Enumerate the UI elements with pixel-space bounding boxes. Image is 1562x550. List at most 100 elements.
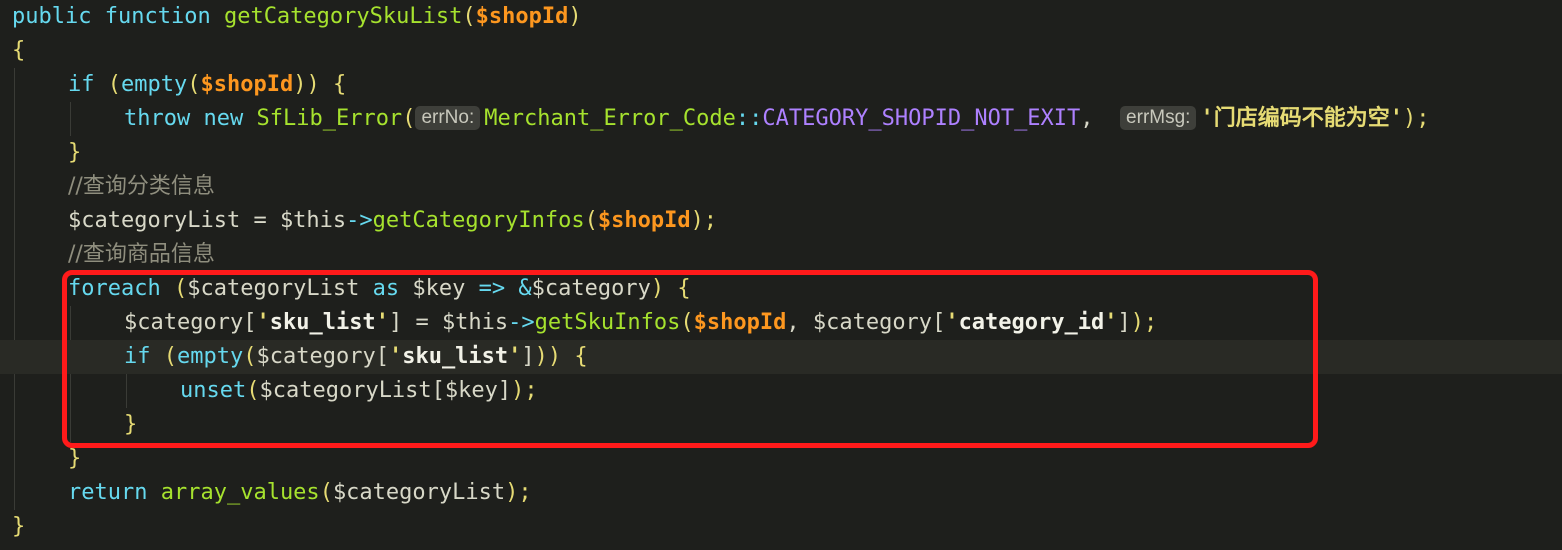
string-quote: ' <box>388 344 403 369</box>
paren: ( <box>680 310 694 335</box>
parameter-hint: errNo: <box>415 106 481 130</box>
paren: ( <box>187 72 201 97</box>
brace: } <box>68 446 82 471</box>
variable: $categoryList <box>332 480 506 505</box>
bracket: ] <box>521 344 535 369</box>
variable: $category <box>256 344 376 369</box>
paren: ( <box>163 344 177 369</box>
string-quote: ' <box>375 310 389 335</box>
function-name: getCategorySkuList <box>223 4 463 29</box>
paren: ( <box>584 208 598 233</box>
array-key: sku_list <box>269 310 376 335</box>
brace: { <box>332 72 347 97</box>
bracket: ] <box>388 310 403 335</box>
variable: $categoryList <box>187 276 360 301</box>
reference-operator: & <box>518 276 532 301</box>
keyword: return <box>68 480 148 505</box>
paren: ( <box>402 106 416 131</box>
code-line-11[interactable]: if (empty($category['sku_list'])) { <box>0 340 1562 374</box>
paren: ( <box>246 378 260 403</box>
code-line-9[interactable]: foreach ($categoryList as $key => &$cate… <box>0 272 1562 306</box>
brace: } <box>12 514 26 539</box>
variable: $category <box>812 310 933 335</box>
code-line-15[interactable]: return array_values($categoryList); <box>0 476 1562 510</box>
code-line-3[interactable]: if (empty($shopId)) { <box>0 68 1562 102</box>
class-name: SfLib_Error <box>256 106 403 131</box>
string-quote: ' <box>508 344 522 369</box>
code-line-14[interactable]: } <box>0 442 1562 476</box>
paren: ); <box>690 208 718 233</box>
scope-operator: :: <box>735 106 763 131</box>
paren: )) <box>534 344 562 369</box>
bracket: ] <box>1117 310 1131 335</box>
paren: ) <box>568 4 582 29</box>
string-quote: ' <box>256 310 270 335</box>
parameter: $shopId <box>693 310 787 335</box>
code-line-2[interactable]: { <box>0 34 1562 68</box>
paren: ); <box>505 480 532 505</box>
paren: ) <box>650 276 665 301</box>
function-call: array_values <box>160 480 320 505</box>
comma: , <box>786 310 800 335</box>
assign-operator: = <box>253 208 267 233</box>
array-key: category_id <box>958 310 1105 335</box>
brace: } <box>68 140 82 165</box>
function-call: empty <box>121 72 188 97</box>
parameter: $shopId <box>597 208 691 233</box>
brace: { <box>677 276 691 301</box>
string-quote: ' <box>1104 310 1118 335</box>
keyword: if <box>124 344 151 369</box>
bracket: [ <box>431 378 445 403</box>
code-line-4[interactable]: throw new SfLib_Error(errNo: Merchant_Err… <box>0 102 1562 136</box>
code-line-8[interactable]: //查询商品信息 <box>0 238 1562 272</box>
arrow-operator: -> <box>346 208 373 233</box>
paren: ); <box>511 378 538 403</box>
function-call: empty <box>177 344 244 369</box>
code-line-10[interactable]: $category['sku_list'] = $this->getSkuInf… <box>0 306 1562 340</box>
brace: { <box>12 38 26 63</box>
code-line-6[interactable]: //查询分类信息 <box>0 170 1562 204</box>
paren: ( <box>107 72 121 97</box>
variable: $categoryList <box>259 378 432 403</box>
class-name: Merchant_Error_Code <box>484 106 736 131</box>
variable: $categoryList <box>68 208 241 233</box>
variable: $this <box>279 208 347 233</box>
variable: $category <box>124 310 244 335</box>
code-line-7[interactable]: $categoryList = $this->getCategoryInfos(… <box>0 204 1562 238</box>
code-line-1[interactable]: public function getCategorySkuList($shop… <box>0 0 1562 34</box>
code-line-5[interactable]: } <box>0 136 1562 170</box>
method-call: getSkuInfos <box>534 310 681 335</box>
bracket: [ <box>932 310 946 335</box>
code-line-13[interactable]: } <box>0 408 1562 442</box>
bracket: [ <box>375 344 389 369</box>
string-quote: ' <box>1389 106 1403 131</box>
keyword: if <box>68 72 95 97</box>
method-call: getCategoryInfos <box>372 208 585 233</box>
code-editor[interactable]: public function getCategorySkuList($shop… <box>0 0 1562 550</box>
paren: ( <box>319 480 333 505</box>
variable: $category <box>531 276 651 301</box>
paren: )) <box>293 72 320 97</box>
code-line-12[interactable]: unset($categoryList[$key]); <box>0 374 1562 408</box>
paren: ( <box>462 4 476 29</box>
comment: //查询商品信息 <box>68 242 215 267</box>
variable: $this <box>441 310 509 335</box>
bracket: ] <box>497 378 512 403</box>
paren: ( <box>173 276 188 301</box>
keyword: as <box>372 276 400 301</box>
parameter-hint: errMsg: <box>1120 106 1197 130</box>
double-arrow-operator: => <box>478 276 506 301</box>
comment: //查询分类信息 <box>68 174 215 199</box>
parameter: $shopId <box>200 72 294 97</box>
keyword: foreach <box>68 276 161 301</box>
code-line-16[interactable]: } <box>0 510 1562 544</box>
string-literal: 门店编码不能为空 <box>1213 106 1390 131</box>
array-key: sku_list <box>402 344 509 369</box>
keyword: throw <box>124 106 191 131</box>
function-call: unset <box>180 378 247 403</box>
parameter: $shopId <box>475 4 569 29</box>
constant: CATEGORY_SHOPID_NOT_EXIT <box>762 106 1081 131</box>
keyword: function <box>104 4 211 29</box>
paren: ); <box>1130 310 1158 335</box>
keyword: public <box>12 4 92 29</box>
